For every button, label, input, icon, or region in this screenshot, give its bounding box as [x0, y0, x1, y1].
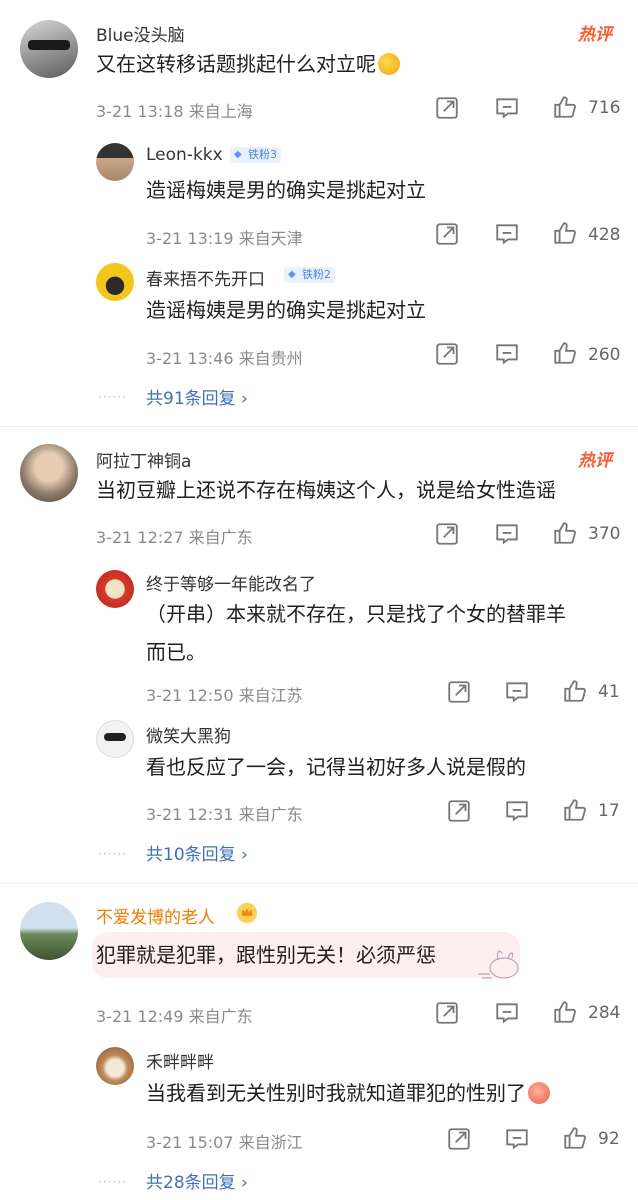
reply-meta: 3-21 13:46 来自贵州 [146, 349, 303, 368]
fan-level-badge: 铁粉3 [230, 147, 281, 163]
avatar[interactable] [96, 720, 134, 758]
comment-meta: 3-21 13:18 来自上海 [96, 102, 253, 121]
like-icon[interactable] [552, 340, 578, 366]
reply-text: 看也反应了一会，记得当初好多人说是假的 [146, 755, 526, 779]
laughing-emoji-icon [528, 1082, 550, 1104]
like-icon[interactable] [552, 94, 578, 120]
reply-meta: 3-21 15:07 来自浙江 [146, 1133, 303, 1152]
view-more-replies-link[interactable]: 共10条回复 › [146, 840, 248, 865]
hot-comment-tag: 热评 [578, 25, 612, 45]
share-icon[interactable] [446, 679, 472, 705]
reply-text: 当我看到无关性别时我就知道罪犯的性别了 [146, 1076, 550, 1110]
avatar[interactable] [96, 570, 134, 608]
reply-text-continued: 而已。 [146, 640, 206, 664]
comment-text: 犯罪就是犯罪，跟性别无关！必须严惩 [96, 943, 436, 967]
reply-author-name[interactable]: Leon-kkx [146, 145, 223, 165]
comment-text: 当初豆瓣上还说不存在梅姨这个人，说是给女性造谣 [96, 478, 556, 502]
reply-meta: 3-21 12:31 来自广东 [146, 805, 303, 824]
reply-text: 造谣梅姨是男的确实是挑起对立 [146, 178, 426, 202]
commenter-name[interactable]: 阿拉丁神铜a [96, 447, 191, 472]
reply-meta: 3-21 12:50 来自江苏 [146, 686, 303, 705]
like-icon[interactable] [552, 220, 578, 246]
like-icon[interactable] [552, 999, 578, 1025]
reply-dots: ······ [98, 390, 127, 404]
commenter-name[interactable]: 不爱发博的老人 [96, 903, 215, 928]
grin-emoji-icon [378, 53, 400, 75]
like-count: 41 [598, 682, 620, 702]
avatar[interactable] [96, 263, 134, 301]
fan-level-badge: 铁粉2 [284, 267, 335, 283]
like-count: 370 [588, 524, 621, 544]
comment-text: 又在这转移话题挑起什么对立呢 [96, 47, 400, 81]
comment-icon[interactable] [494, 95, 520, 121]
divider [0, 883, 638, 884]
comment-icon[interactable] [504, 679, 530, 705]
crown-badge-icon [236, 902, 258, 924]
like-count: 92 [598, 1129, 620, 1149]
like-count: 716 [588, 98, 621, 118]
reply-author-name[interactable]: 禾畔畔畔 [146, 1048, 214, 1073]
like-icon[interactable] [552, 520, 578, 546]
like-icon[interactable] [562, 678, 588, 704]
reply-dots: ······ [98, 1175, 127, 1189]
share-icon[interactable] [434, 95, 460, 121]
view-more-replies-link[interactable]: 共91条回复 › [146, 384, 248, 409]
reply-author-name[interactable]: 微笑大黑狗 [146, 722, 231, 747]
like-icon[interactable] [562, 1125, 588, 1151]
comment-icon[interactable] [494, 341, 520, 367]
reply-text: （开串）本来就不存在，只是找了个女的替罪羊 [146, 602, 566, 626]
avatar[interactable] [20, 20, 78, 78]
like-count: 260 [588, 345, 621, 365]
like-count: 17 [598, 801, 620, 821]
reply-text: 造谣梅姨是男的确实是挑起对立 [146, 298, 426, 322]
comment-meta: 3-21 12:49 来自广东 [96, 1007, 253, 1026]
hot-comment-tag: 热评 [578, 451, 612, 471]
view-more-replies-link[interactable]: 共28条回复 › [146, 1168, 248, 1193]
comment-icon[interactable] [504, 1126, 530, 1152]
bunny-sticker-icon [478, 950, 519, 979]
reply-author-name[interactable]: 春来捂不先开口 [146, 265, 265, 290]
like-count: 428 [588, 225, 621, 245]
share-icon[interactable] [434, 1000, 460, 1026]
commenter-name[interactable]: Blue没头脑 [96, 21, 185, 46]
reply-dots: ······ [98, 847, 127, 861]
comment-icon[interactable] [494, 521, 520, 547]
share-icon[interactable] [434, 341, 460, 367]
reply-author-name[interactable]: 终于等够一年能改名了 [146, 570, 316, 595]
reply-meta: 3-21 13:19 来自天津 [146, 229, 303, 248]
divider [0, 426, 638, 427]
avatar[interactable] [96, 1047, 134, 1085]
share-icon[interactable] [446, 798, 472, 824]
comment-icon[interactable] [494, 221, 520, 247]
avatar[interactable] [20, 444, 78, 502]
share-icon[interactable] [446, 1126, 472, 1152]
like-icon[interactable] [562, 797, 588, 823]
comment-icon[interactable] [494, 1000, 520, 1026]
comment-meta: 3-21 12:27 来自广东 [96, 528, 253, 547]
like-count: 284 [588, 1003, 621, 1023]
share-icon[interactable] [434, 221, 460, 247]
share-icon[interactable] [434, 521, 460, 547]
comment-icon[interactable] [504, 798, 530, 824]
avatar[interactable] [20, 902, 78, 960]
avatar[interactable] [96, 143, 134, 181]
